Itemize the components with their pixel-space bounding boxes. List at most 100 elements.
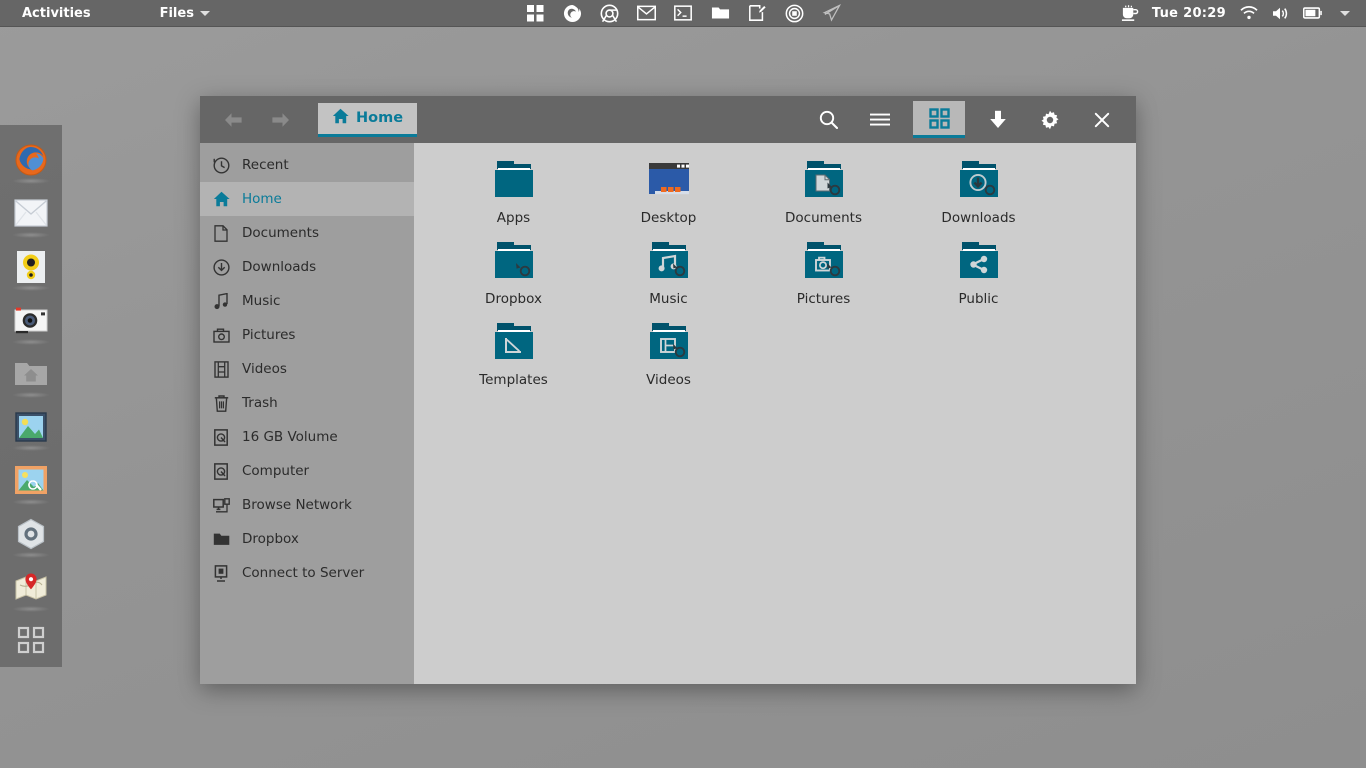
sidebar-item-videos[interactable]: Videos — [200, 352, 414, 386]
activities-button[interactable]: Activities — [14, 3, 99, 24]
file-item-label: Downloads — [941, 210, 1016, 226]
terminal-icon[interactable] — [673, 3, 693, 23]
dock — [0, 125, 62, 667]
file-item-videos[interactable]: Videos — [591, 319, 746, 400]
file-item-pictures[interactable]: Pictures — [746, 238, 901, 319]
mail-icon[interactable] — [636, 3, 656, 23]
file-item-desktop[interactable]: Desktop — [591, 157, 746, 238]
sidebar-item-pictures[interactable]: Pictures — [200, 318, 414, 352]
file-grid: Apps Desktop Documents Downloads Dropbox… — [414, 143, 1136, 684]
files-icon[interactable] — [710, 3, 730, 23]
sidebar-item-dropbox[interactable]: Dropbox — [200, 522, 414, 556]
dock-item-firefox[interactable] — [4, 133, 58, 186]
clock-history-icon — [212, 156, 230, 174]
network-icon — [212, 496, 230, 514]
desktop-screen-icon — [642, 157, 696, 205]
file-item-templates[interactable]: Templates — [436, 319, 591, 400]
dock-reflection — [12, 338, 50, 345]
dock-reflection — [12, 605, 50, 612]
file-item-apps[interactable]: Apps — [436, 157, 591, 238]
sidebar-item-computer[interactable]: Computer — [200, 454, 414, 488]
sidebar-item-label: Videos — [242, 361, 287, 377]
app-menu-files[interactable]: Files — [154, 3, 216, 24]
text-editor-icon[interactable] — [747, 3, 767, 23]
folder-icon — [487, 238, 541, 286]
dock-reflection — [12, 498, 50, 505]
sidebar-item-label: Browse Network — [242, 497, 352, 513]
breadcrumb-home[interactable]: Home — [318, 102, 418, 137]
dock-item-media-player[interactable] — [4, 240, 58, 293]
file-item-documents[interactable]: Documents — [746, 157, 901, 238]
wifi-icon[interactable] — [1239, 4, 1258, 23]
sidebar-item-trash[interactable]: Trash — [200, 386, 414, 420]
sidebar-item-label: Trash — [242, 395, 278, 411]
dock-reflection — [12, 231, 50, 238]
dock-item-image-viewer[interactable] — [4, 400, 58, 453]
dock-reflection — [12, 178, 50, 185]
file-item-label: Public — [958, 291, 999, 307]
sidebar-item-home[interactable]: Home — [200, 182, 414, 216]
downloads-button[interactable] — [979, 103, 1017, 137]
file-item-label: Documents — [785, 210, 862, 226]
window-header-bar: Home — [200, 96, 1136, 143]
dock-reflection — [12, 392, 50, 399]
sketch-icon[interactable] — [821, 3, 841, 23]
folder-icon — [952, 238, 1006, 286]
dock-item-photo-editor[interactable] — [4, 453, 58, 506]
grid-view-button[interactable] — [913, 101, 965, 138]
dock-reflection — [12, 285, 50, 292]
file-item-label: Music — [649, 291, 688, 307]
file-item-dropbox[interactable]: Dropbox — [436, 238, 591, 319]
file-item-music[interactable]: Music — [591, 238, 746, 319]
dock-item-maps[interactable] — [4, 560, 58, 613]
home-icon — [332, 108, 349, 128]
file-item-label: Desktop — [640, 210, 697, 226]
media-disc-icon[interactable] — [784, 3, 804, 23]
top-bar: Activities Files Tue 20:29 — [0, 0, 1366, 27]
sidebar-item-documents[interactable]: Documents — [200, 216, 414, 250]
sidebar-item-label: Home — [242, 191, 282, 207]
battery-icon[interactable] — [1303, 4, 1322, 23]
folder-icon — [952, 157, 1006, 205]
dock-item-camera[interactable] — [4, 293, 58, 346]
coffee-cup-icon[interactable] — [1120, 4, 1139, 23]
sidebar-item-recent[interactable]: Recent — [200, 148, 414, 182]
sidebar-item-music[interactable]: Music — [200, 284, 414, 318]
forward-button[interactable] — [262, 103, 300, 137]
sidebar-item-16gb-volume[interactable]: 16 GB Volume — [200, 420, 414, 454]
firefox-icon[interactable] — [562, 3, 582, 23]
file-item-downloads[interactable]: Downloads — [901, 157, 1056, 238]
chrome-icon[interactable] — [599, 3, 619, 23]
document-icon — [212, 224, 230, 242]
close-button[interactable] — [1083, 103, 1121, 137]
search-button[interactable] — [809, 103, 847, 137]
folder-icon — [642, 238, 696, 286]
trash-icon — [212, 394, 230, 412]
list-view-button[interactable] — [861, 103, 899, 137]
sidebar-item-connect-to-server[interactable]: Connect to Server — [200, 556, 414, 590]
dock-item-settings[interactable] — [4, 507, 58, 560]
sidebar-item-downloads[interactable]: Downloads — [200, 250, 414, 284]
files-window: Home Recent Home Documents Downloads Mus… — [200, 96, 1136, 684]
top-bar-app-icons — [525, 3, 841, 23]
sidebar-item-label: Downloads — [242, 259, 317, 275]
clock[interactable]: Tue 20:29 — [1152, 6, 1226, 21]
top-bar-status-area: Tue 20:29 — [1120, 4, 1354, 23]
volume-icon[interactable] — [1271, 4, 1290, 23]
dock-item-show-applications[interactable] — [4, 614, 58, 667]
dock-item-home-folder[interactable] — [4, 347, 58, 400]
sidebar-item-browse-network[interactable]: Browse Network — [200, 488, 414, 522]
back-button[interactable] — [214, 103, 252, 137]
sidebar-item-label: 16 GB Volume — [242, 429, 338, 445]
folder-plain-icon — [487, 157, 541, 205]
music-note-icon — [212, 292, 230, 310]
apps-grid-icon[interactable] — [525, 3, 545, 23]
sidebar-item-label: Dropbox — [242, 531, 299, 547]
window-toolbar — [802, 96, 1128, 143]
file-item-public[interactable]: Public — [901, 238, 1056, 319]
chevron-down-icon[interactable] — [1335, 4, 1354, 23]
sidebar-item-label: Connect to Server — [242, 565, 365, 581]
gear-button[interactable] — [1031, 103, 1069, 137]
dock-item-mail[interactable] — [4, 186, 58, 239]
file-item-label: Videos — [646, 372, 691, 388]
